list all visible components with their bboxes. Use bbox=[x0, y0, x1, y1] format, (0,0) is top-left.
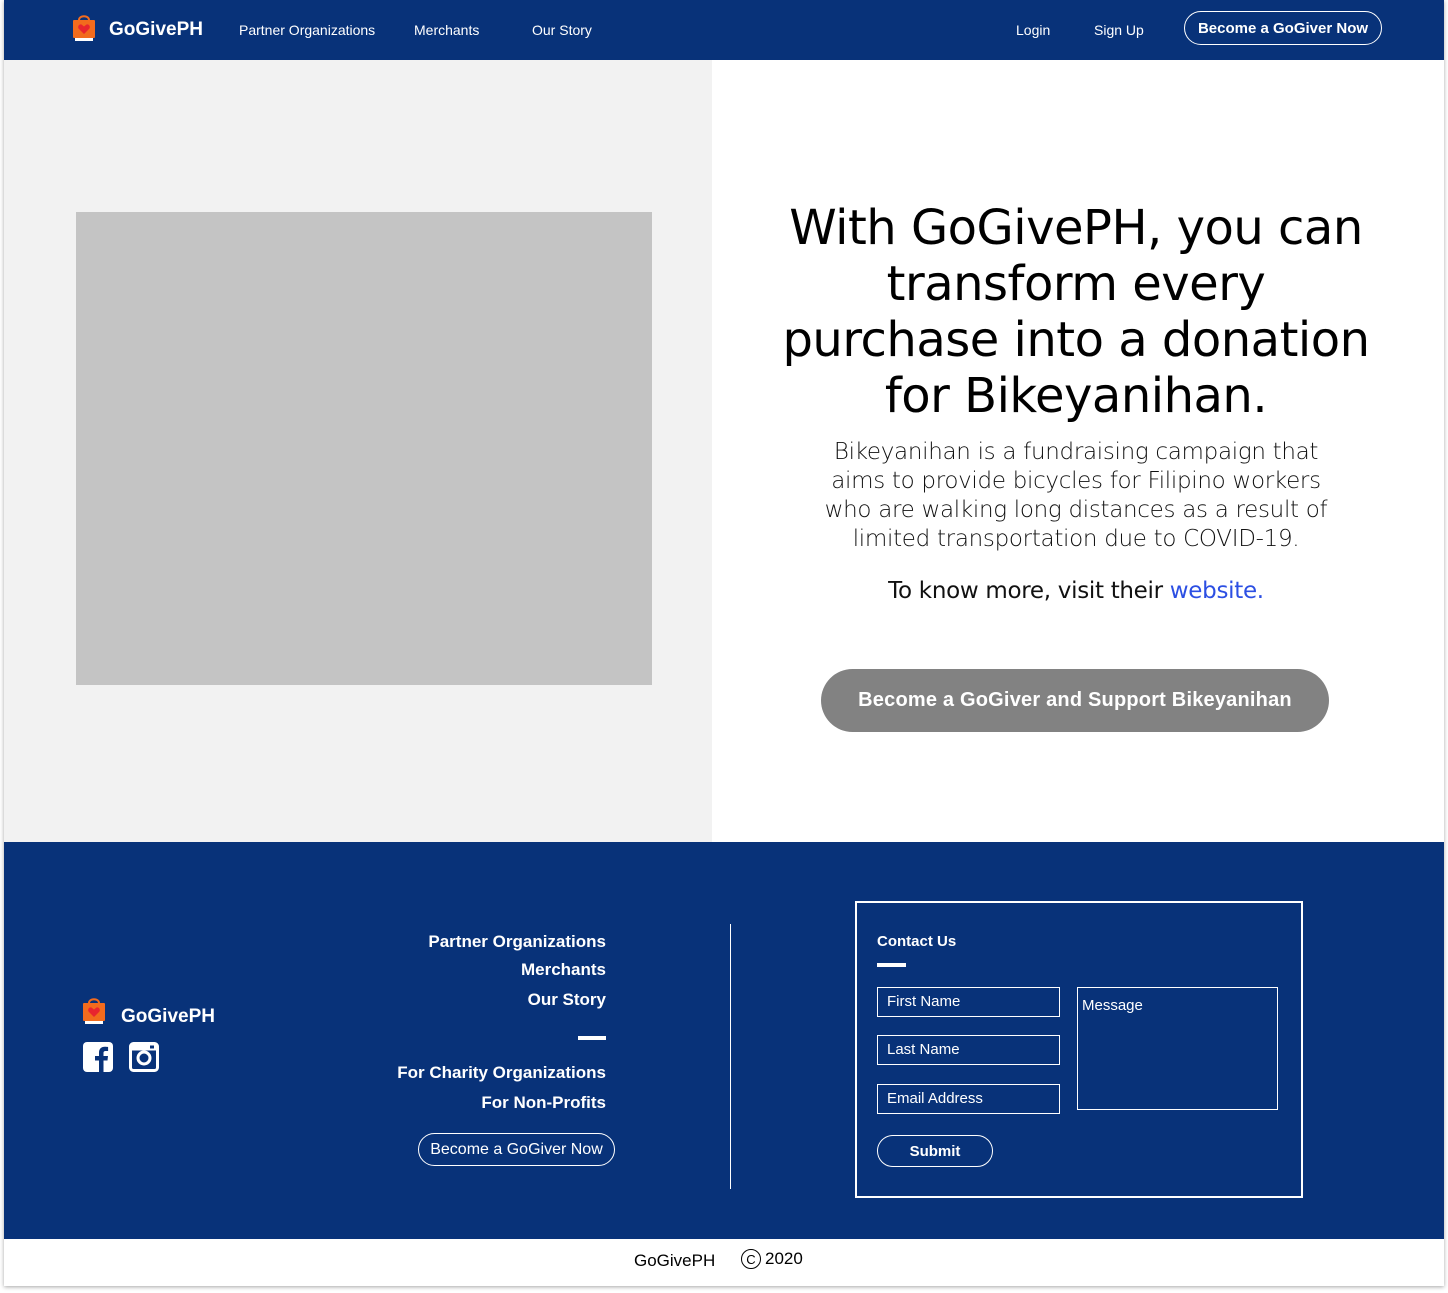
nav-link-partner-organizations[interactable]: Partner Organizations bbox=[239, 22, 375, 38]
footer-link-partner-organizations[interactable]: Partner Organizations bbox=[428, 932, 606, 952]
email-field[interactable]: Email Address bbox=[877, 1084, 1060, 1114]
contact-title: Contact Us bbox=[877, 933, 957, 950]
message-field[interactable]: Message bbox=[1077, 987, 1278, 1110]
hero-description: Bikeyanihan is a fundraising campaign th… bbox=[824, 439, 1328, 552]
learn-more-prefix: To know more, visit their bbox=[888, 578, 1170, 604]
learn-more-text: To know more, visit their website. bbox=[772, 578, 1380, 604]
contact-title-dash bbox=[877, 963, 906, 967]
hero-image-placeholder bbox=[76, 212, 652, 685]
footer-link-merchants[interactable]: Merchants bbox=[521, 960, 606, 980]
nav-link-our-story[interactable]: Our Story bbox=[532, 22, 592, 38]
last-name-field[interactable]: Last Name bbox=[877, 1035, 1060, 1065]
page: GoGivePH Partner Organizations Merchants… bbox=[4, 0, 1444, 1286]
support-bikeyanihan-button[interactable]: Become a GoGiver and Support Bikeyanihan bbox=[821, 669, 1329, 732]
copyright-icon: C bbox=[741, 1249, 761, 1269]
website-link[interactable]: website. bbox=[1170, 578, 1264, 604]
nav-link-merchants[interactable]: Merchants bbox=[414, 22, 479, 38]
hero-content: With GoGivePH, you can transform every p… bbox=[712, 60, 1444, 842]
become-gogiver-button[interactable]: Become a GoGiver Now bbox=[1184, 11, 1382, 45]
hero-headline: With GoGivePH, you can transform every p… bbox=[782, 200, 1370, 424]
bottom-brand: GoGivePH bbox=[634, 1251, 716, 1270]
submit-button[interactable]: Submit bbox=[877, 1135, 993, 1167]
footer: GoGivePH Partner Organizations Merchants… bbox=[4, 842, 1444, 1239]
bottom-bar: GoGivePH C 2020 bbox=[4, 1239, 1444, 1286]
first-name-field[interactable]: First Name bbox=[877, 987, 1060, 1017]
instagram-icon[interactable] bbox=[129, 1042, 159, 1072]
shopping-bag-heart-icon bbox=[73, 15, 95, 41]
nav-link-sign-up[interactable]: Sign Up bbox=[1094, 22, 1144, 38]
footer-link-our-story[interactable]: Our Story bbox=[528, 990, 606, 1010]
shopping-bag-heart-icon[interactable] bbox=[82, 996, 106, 1026]
footer-link-non-profits[interactable]: For Non-Profits bbox=[481, 1093, 606, 1113]
brand-name[interactable]: GoGivePH bbox=[109, 19, 203, 41]
facebook-icon[interactable] bbox=[83, 1042, 113, 1072]
copyright: C 2020 bbox=[741, 1249, 803, 1269]
nav-link-login[interactable]: Login bbox=[1016, 22, 1050, 38]
copyright-year: 2020 bbox=[765, 1249, 803, 1268]
footer-become-gogiver-button[interactable]: Become a GoGiver Now bbox=[418, 1133, 615, 1166]
footer-brand-name[interactable]: GoGivePH bbox=[121, 1006, 215, 1028]
footer-link-charity-organizations[interactable]: For Charity Organizations bbox=[397, 1063, 606, 1083]
footer-vertical-divider bbox=[730, 924, 731, 1189]
contact-form: Contact Us First Name Last Name Email Ad… bbox=[855, 901, 1303, 1198]
footer-divider-dash bbox=[578, 1036, 606, 1040]
logo[interactable] bbox=[72, 13, 96, 43]
top-nav: GoGivePH Partner Organizations Merchants… bbox=[4, 0, 1444, 60]
hero-image-panel bbox=[4, 60, 712, 842]
